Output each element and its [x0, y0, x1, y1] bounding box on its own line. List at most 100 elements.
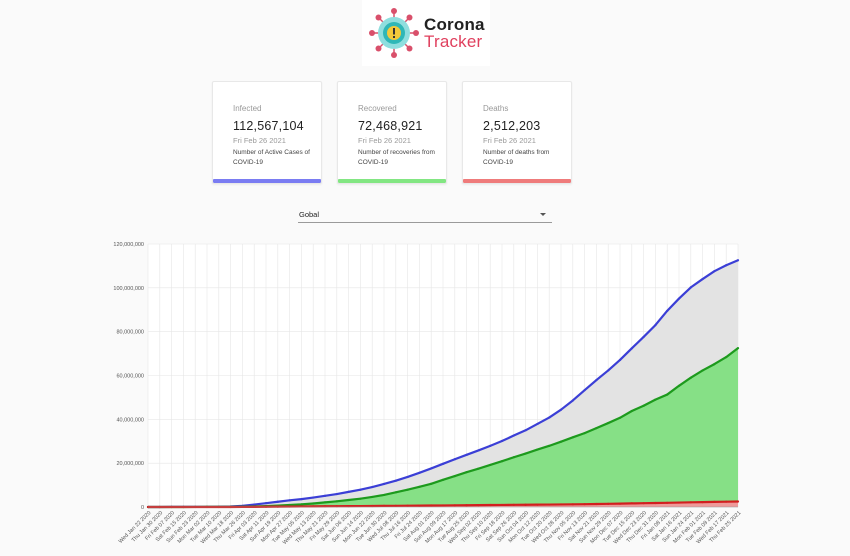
- infected-point: [276, 500, 279, 503]
- deaths-point: [512, 503, 515, 506]
- recovered-point: [300, 503, 303, 506]
- infected-point: [642, 335, 645, 339]
- recovered-point: [382, 493, 386, 497]
- infected-point: [512, 434, 515, 437]
- recovered-point: [571, 436, 574, 439]
- infected-point: [477, 449, 480, 452]
- infected-point: [418, 471, 421, 474]
- deaths-description: Number of deaths from COVID-19: [483, 149, 550, 166]
- infected-point: [607, 369, 610, 372]
- infected-point: [253, 503, 256, 506]
- infected-point: [725, 264, 728, 267]
- infected-card: Infected 112,567,104 Fri Feb 26 2021 Num…: [212, 81, 322, 184]
- recovered-label: Recovered: [358, 104, 397, 113]
- recovered-point: [323, 501, 327, 504]
- infected-point: [559, 408, 563, 411]
- deaths-point: [689, 501, 692, 504]
- recovered-point: [666, 393, 669, 396]
- y-tick-label: 0: [141, 505, 144, 511]
- region-select[interactable]: Gobal: [298, 208, 552, 223]
- recovered-point: [335, 500, 338, 503]
- recovered-point: [713, 363, 716, 366]
- recovered-point: [689, 376, 692, 379]
- recovered-point: [677, 384, 681, 387]
- recovered-point: [583, 432, 586, 435]
- deaths-card: Deaths 2,512,203 Fri Feb 26 2021 Number …: [462, 81, 572, 184]
- recovered-point: [500, 460, 504, 463]
- deaths-point: [583, 503, 586, 506]
- recovered-point: [312, 502, 315, 505]
- recovered-point: [618, 416, 622, 419]
- logo: Corona Tracker: [362, 0, 490, 66]
- deaths-point: [725, 500, 728, 503]
- infected-point: [382, 482, 386, 486]
- infected-point: [524, 429, 527, 432]
- y-tick-label: 120,000,000: [113, 242, 144, 248]
- infected-color-bar: [213, 179, 321, 183]
- recovered-point: [536, 448, 539, 451]
- deaths-point: [477, 504, 480, 507]
- infected-point: [441, 462, 445, 465]
- deaths-point: [500, 503, 504, 507]
- recovered-point: [371, 495, 374, 499]
- deaths-point: [465, 504, 468, 507]
- recovered-point: [630, 409, 633, 413]
- deaths-point: [489, 503, 492, 507]
- infected-point: [689, 286, 692, 289]
- deaths-point: [677, 501, 681, 504]
- deaths-point: [607, 502, 610, 505]
- infected-point: [489, 444, 492, 447]
- deaths-label: Deaths: [483, 104, 509, 113]
- deaths-point: [736, 500, 740, 503]
- virus-icon: [369, 8, 419, 58]
- app-name-corona: Corona: [424, 15, 485, 34]
- cases-chart: 0 20,000,000 40,000,000 60,000,000 80,000,00…: [113, 242, 742, 546]
- infected-point: [335, 492, 338, 496]
- infected-point: [618, 358, 622, 362]
- infected-point: [406, 475, 409, 479]
- recovered-point: [465, 471, 468, 474]
- infected-date: Fri Feb 26 2021: [233, 136, 286, 145]
- infected-point: [312, 496, 315, 499]
- caret-down-icon[interactable]: [540, 213, 546, 216]
- deaths-date: Fri Feb 26 2021: [483, 136, 536, 145]
- infected-point: [571, 399, 574, 402]
- deaths-point: [288, 505, 291, 508]
- infected-point: [453, 458, 456, 461]
- deaths-point: [453, 504, 456, 507]
- infected-point: [465, 453, 468, 456]
- infected-point: [583, 389, 586, 392]
- recovered-value: 72,468,921: [358, 119, 423, 133]
- recovered-point: [595, 427, 598, 430]
- infected-point: [264, 502, 268, 505]
- infected-label: Infected: [233, 104, 262, 113]
- y-tick-label: 20,000,000: [116, 461, 144, 467]
- infected-point: [359, 488, 362, 491]
- recovered-point: [394, 491, 397, 494]
- deaths-point: [441, 504, 445, 507]
- infected-point: [548, 416, 551, 419]
- infected-point: [536, 422, 539, 426]
- infected-point: [500, 439, 504, 443]
- y-tick-label: 80,000,000: [116, 330, 144, 336]
- deaths-value: 2,512,203: [483, 119, 541, 133]
- infected-point: [701, 277, 704, 281]
- recovered-point: [701, 369, 704, 372]
- deaths-point: [618, 502, 622, 505]
- recovered-point: [453, 475, 456, 478]
- recovered-point: [725, 355, 728, 359]
- infected-value: 112,567,104: [233, 119, 304, 133]
- infected-description: Number of Active Cases of COVID-19: [233, 149, 310, 166]
- deaths-point: [654, 501, 657, 505]
- recovered-card: Recovered 72,468,921 Fri Feb 26 2021 Num…: [337, 81, 447, 184]
- deaths-point: [630, 502, 633, 505]
- deaths-point: [276, 505, 279, 508]
- infected-point: [347, 490, 350, 493]
- recovered-point: [430, 482, 433, 485]
- recovered-point: [559, 440, 563, 443]
- infected-point: [736, 259, 740, 262]
- infected-point: [394, 479, 397, 482]
- recovered-point: [441, 478, 445, 481]
- deaths-point: [382, 504, 386, 507]
- deaths-point: [418, 504, 421, 507]
